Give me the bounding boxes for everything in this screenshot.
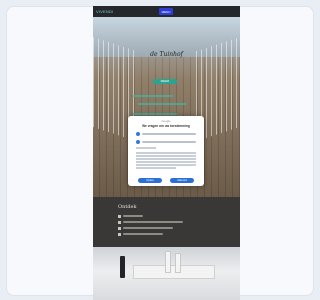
consent-paragraph xyxy=(136,161,196,163)
consent-option-text xyxy=(142,141,196,143)
info-line xyxy=(123,221,183,223)
hero-link-line[interactable] xyxy=(138,103,186,105)
info-line xyxy=(123,227,173,229)
bullet-icon xyxy=(118,215,121,218)
vase xyxy=(175,253,181,273)
info-icon xyxy=(136,132,140,136)
manage-options-button[interactable]: Opties xyxy=(138,178,162,183)
top-navbar: VIVENDI MENU xyxy=(93,6,240,17)
consent-dialog: Google We vragen om uw toestemming Optie… xyxy=(128,116,204,186)
vase xyxy=(165,251,171,273)
info-section: Ontdek xyxy=(93,197,240,247)
vase xyxy=(120,256,125,278)
hero-cta-button[interactable]: MEER xyxy=(153,79,177,84)
hero-link-line[interactable] xyxy=(133,113,177,115)
info-line xyxy=(123,215,143,217)
hero-link-line[interactable] xyxy=(133,95,173,97)
info-line xyxy=(123,233,163,235)
info-icon xyxy=(136,140,140,144)
bullet-icon xyxy=(118,221,121,224)
consent-heading: We vragen om uw toestemming xyxy=(142,124,190,128)
hero-title: de Tuinhof xyxy=(150,51,183,58)
site-logo[interactable]: VIVENDI xyxy=(96,9,113,14)
consent-link[interactable] xyxy=(136,147,156,149)
bench xyxy=(133,265,215,279)
consent-paragraph xyxy=(136,167,176,169)
consent-option-text xyxy=(142,133,196,135)
menu-button[interactable]: MENU xyxy=(159,8,173,15)
consent-paragraph xyxy=(136,164,196,166)
consent-paragraph xyxy=(136,158,196,160)
consent-accept-button[interactable]: Akkoord xyxy=(170,178,194,183)
bullet-icon xyxy=(118,227,121,230)
consent-paragraph xyxy=(136,155,196,157)
interior-image xyxy=(93,247,240,300)
bullet-icon xyxy=(118,233,121,236)
section-heading: Ontdek xyxy=(118,204,137,210)
consent-paragraph xyxy=(136,152,196,154)
consent-brand: Google xyxy=(161,119,171,123)
